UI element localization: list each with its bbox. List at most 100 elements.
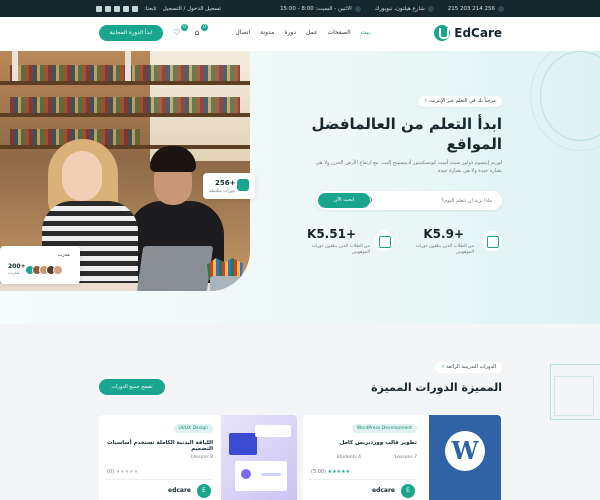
wishlist-badge: 0 xyxy=(181,24,188,31)
ui-illustration xyxy=(255,425,291,437)
bolt-icon: ⚡ xyxy=(423,98,428,104)
logo-icon xyxy=(434,25,451,41)
nav-home[interactable]: بيت xyxy=(361,29,370,36)
person-icon xyxy=(237,179,249,191)
hero-title: ابدأ التعلم من العالمافضل المواقع xyxy=(311,115,502,153)
course-category[interactable]: WordPress Development xyxy=(351,424,417,433)
decorative-box xyxy=(554,376,594,416)
follow-label: تابعنا: xyxy=(144,5,157,12)
photo-laptop xyxy=(136,246,214,291)
course-thumbnail xyxy=(221,415,297,500)
courses-label: دورات مكتملة xyxy=(209,189,236,194)
cart-icon[interactable]: ⌂ 0 xyxy=(192,24,208,38)
star-icon: ★★★★★ xyxy=(327,469,351,475)
course-card[interactable]: W WordPress Development تطوير قالب ووردب… xyxy=(303,415,501,500)
course-rating: (5.00) ★★★★★ xyxy=(311,469,350,475)
main-nav: بيت الصفحات عمل دورة مدونة اتصال xyxy=(235,29,370,36)
featured-courses-section: ⚡ الدورات التدريبية الرائعة المميزة الدو… xyxy=(0,324,600,500)
stat-label: من الطلاب الذين يتلقون دورات الموهوبين xyxy=(415,244,474,255)
pinterest-icon[interactable] xyxy=(114,5,120,12)
phone-info[interactable]: 256 214 203 215 xyxy=(447,5,504,12)
hero-description: لوريم إيبسوم دولور سيت أميت كونسكتيتور أ… xyxy=(315,160,502,174)
photo-books xyxy=(10,97,240,113)
course-lessons: Lessons 8 xyxy=(190,455,213,460)
photo-person xyxy=(62,151,102,201)
divider xyxy=(309,479,417,480)
photo-pencil-cup xyxy=(210,276,240,291)
hours-info: الاثنين - السبت: 8:00 - 15:00 xyxy=(280,5,361,12)
brand-icon: E xyxy=(197,484,211,498)
stat-students: +K5.9 من الطلاب الذين يتلقون دورات الموه… xyxy=(392,227,502,261)
top-bar: 256 214 203 215 شارع هيلتون، نيويورك الا… xyxy=(0,0,600,17)
hero-eyebrow-text: مرحباً بك في التعلم عبر الإنترنت xyxy=(429,98,496,104)
course-category[interactable]: UI/UX Design xyxy=(173,424,213,433)
nav-pages[interactable]: الصفحات xyxy=(328,29,351,36)
logo-text: EdCare xyxy=(454,26,502,40)
stat-value: +K5.51 xyxy=(307,227,356,241)
wishlist-icon[interactable]: ♡ 0 xyxy=(172,24,188,38)
rating-count: (0) xyxy=(107,469,115,475)
x-icon[interactable] xyxy=(123,5,129,12)
course-body: WordPress Development تطوير قالب ووردبري… xyxy=(303,415,423,500)
search-input[interactable] xyxy=(382,195,492,206)
instagram-icon[interactable] xyxy=(105,5,111,12)
photo-lamp xyxy=(12,51,18,81)
featured-eyebrow: ⚡ الدورات التدريبية الرائعة xyxy=(435,362,502,373)
youtube-icon[interactable] xyxy=(96,5,102,12)
divider xyxy=(105,479,213,480)
course-lessons: Lessons 7 xyxy=(394,455,417,460)
site-header: EdCare بيت الصفحات عمل دورة مدونة اتصال … xyxy=(0,17,600,51)
star-icon: ★★★★★ xyxy=(115,469,139,475)
cart-badge: 0 xyxy=(201,24,208,31)
social-links xyxy=(96,5,138,12)
course-brand: edcare xyxy=(168,487,191,494)
ui-illustration xyxy=(229,433,257,455)
location-icon xyxy=(427,5,434,12)
stat-courses: +K5.51 من الطلاب الذين يتلقون دورات المو… xyxy=(284,227,394,261)
course-title[interactable]: تطوير قالب ووردبريس كامل xyxy=(305,440,417,446)
search-button[interactable]: ابحث الآن xyxy=(318,193,370,208)
trainers-stat-card: مدرب 200+ مدرب xyxy=(0,246,80,284)
topbar-left: تسجيل الدخول / التسجيل تابعنا: xyxy=(96,0,221,17)
hero-eyebrow: ⚡ مرحباً بك في التعلم عبر الإنترنت xyxy=(417,96,502,107)
rating-count: (5.00) xyxy=(311,469,327,475)
course-card[interactable]: UI/UX Design اللياقة البدنية الكاملة تست… xyxy=(99,415,297,500)
course-search: ابحث الآن xyxy=(316,191,502,210)
clock-icon xyxy=(354,5,361,12)
site-logo[interactable]: EdCare xyxy=(434,25,502,41)
featured-title: المميزة الدورات المميزة xyxy=(371,381,502,394)
trainers-count: 200+ xyxy=(8,263,26,270)
wordpress-icon: W xyxy=(445,431,485,471)
login-link[interactable]: تسجيل الدخول / التسجيل xyxy=(163,6,221,12)
trainer-avatars xyxy=(25,265,63,275)
course-brand: edcare xyxy=(372,487,395,494)
stat-label: من الطلاب الذين يتلقون دورات الموهوبين xyxy=(311,244,370,255)
facebook-icon[interactable] xyxy=(132,5,138,12)
hero-section: 256+ دورات مكتملة مدرب 200+ مدرب ⚡ مرحبا… xyxy=(0,51,600,324)
photo-lamp xyxy=(125,51,131,81)
nav-work[interactable]: عمل xyxy=(306,29,318,36)
avatar xyxy=(53,265,63,275)
browse-courses-button[interactable]: تصفح جميع الدورات xyxy=(99,379,165,395)
nav-blog[interactable]: مدونة xyxy=(260,29,274,36)
course-thumbnail: W xyxy=(429,415,501,500)
courses-stat-card: 256+ دورات مكتملة xyxy=(203,173,255,199)
nav-contact[interactable]: اتصال xyxy=(235,29,250,36)
hours-text: الاثنين - السبت: 8:00 - 15:00 xyxy=(280,5,352,12)
header-icons: ♡ 0 ⌂ 0 xyxy=(172,24,208,38)
photo-shelf xyxy=(0,113,250,117)
free-course-button[interactable]: ابدأ الدورة المجانية xyxy=(99,25,163,41)
nav-course[interactable]: دورة xyxy=(284,29,296,36)
ui-illustration xyxy=(241,469,251,479)
course-students: Students 4 xyxy=(336,455,361,460)
address-info: شارع هيلتون، نيويورك xyxy=(375,5,434,12)
courses-count: 256+ xyxy=(215,179,236,187)
trainers-label: مدرب xyxy=(8,271,20,276)
certificate-icon xyxy=(482,231,502,251)
phone-text: 256 214 203 215 xyxy=(447,5,495,12)
phone-icon xyxy=(498,5,504,12)
brand-icon: E xyxy=(401,484,415,498)
trainers-title: مدرب xyxy=(57,252,70,258)
course-title[interactable]: اللياقة البدنية الكاملة تستخدم أساسيات ا… xyxy=(101,440,213,452)
bolt-icon: ⚡ xyxy=(441,364,445,370)
